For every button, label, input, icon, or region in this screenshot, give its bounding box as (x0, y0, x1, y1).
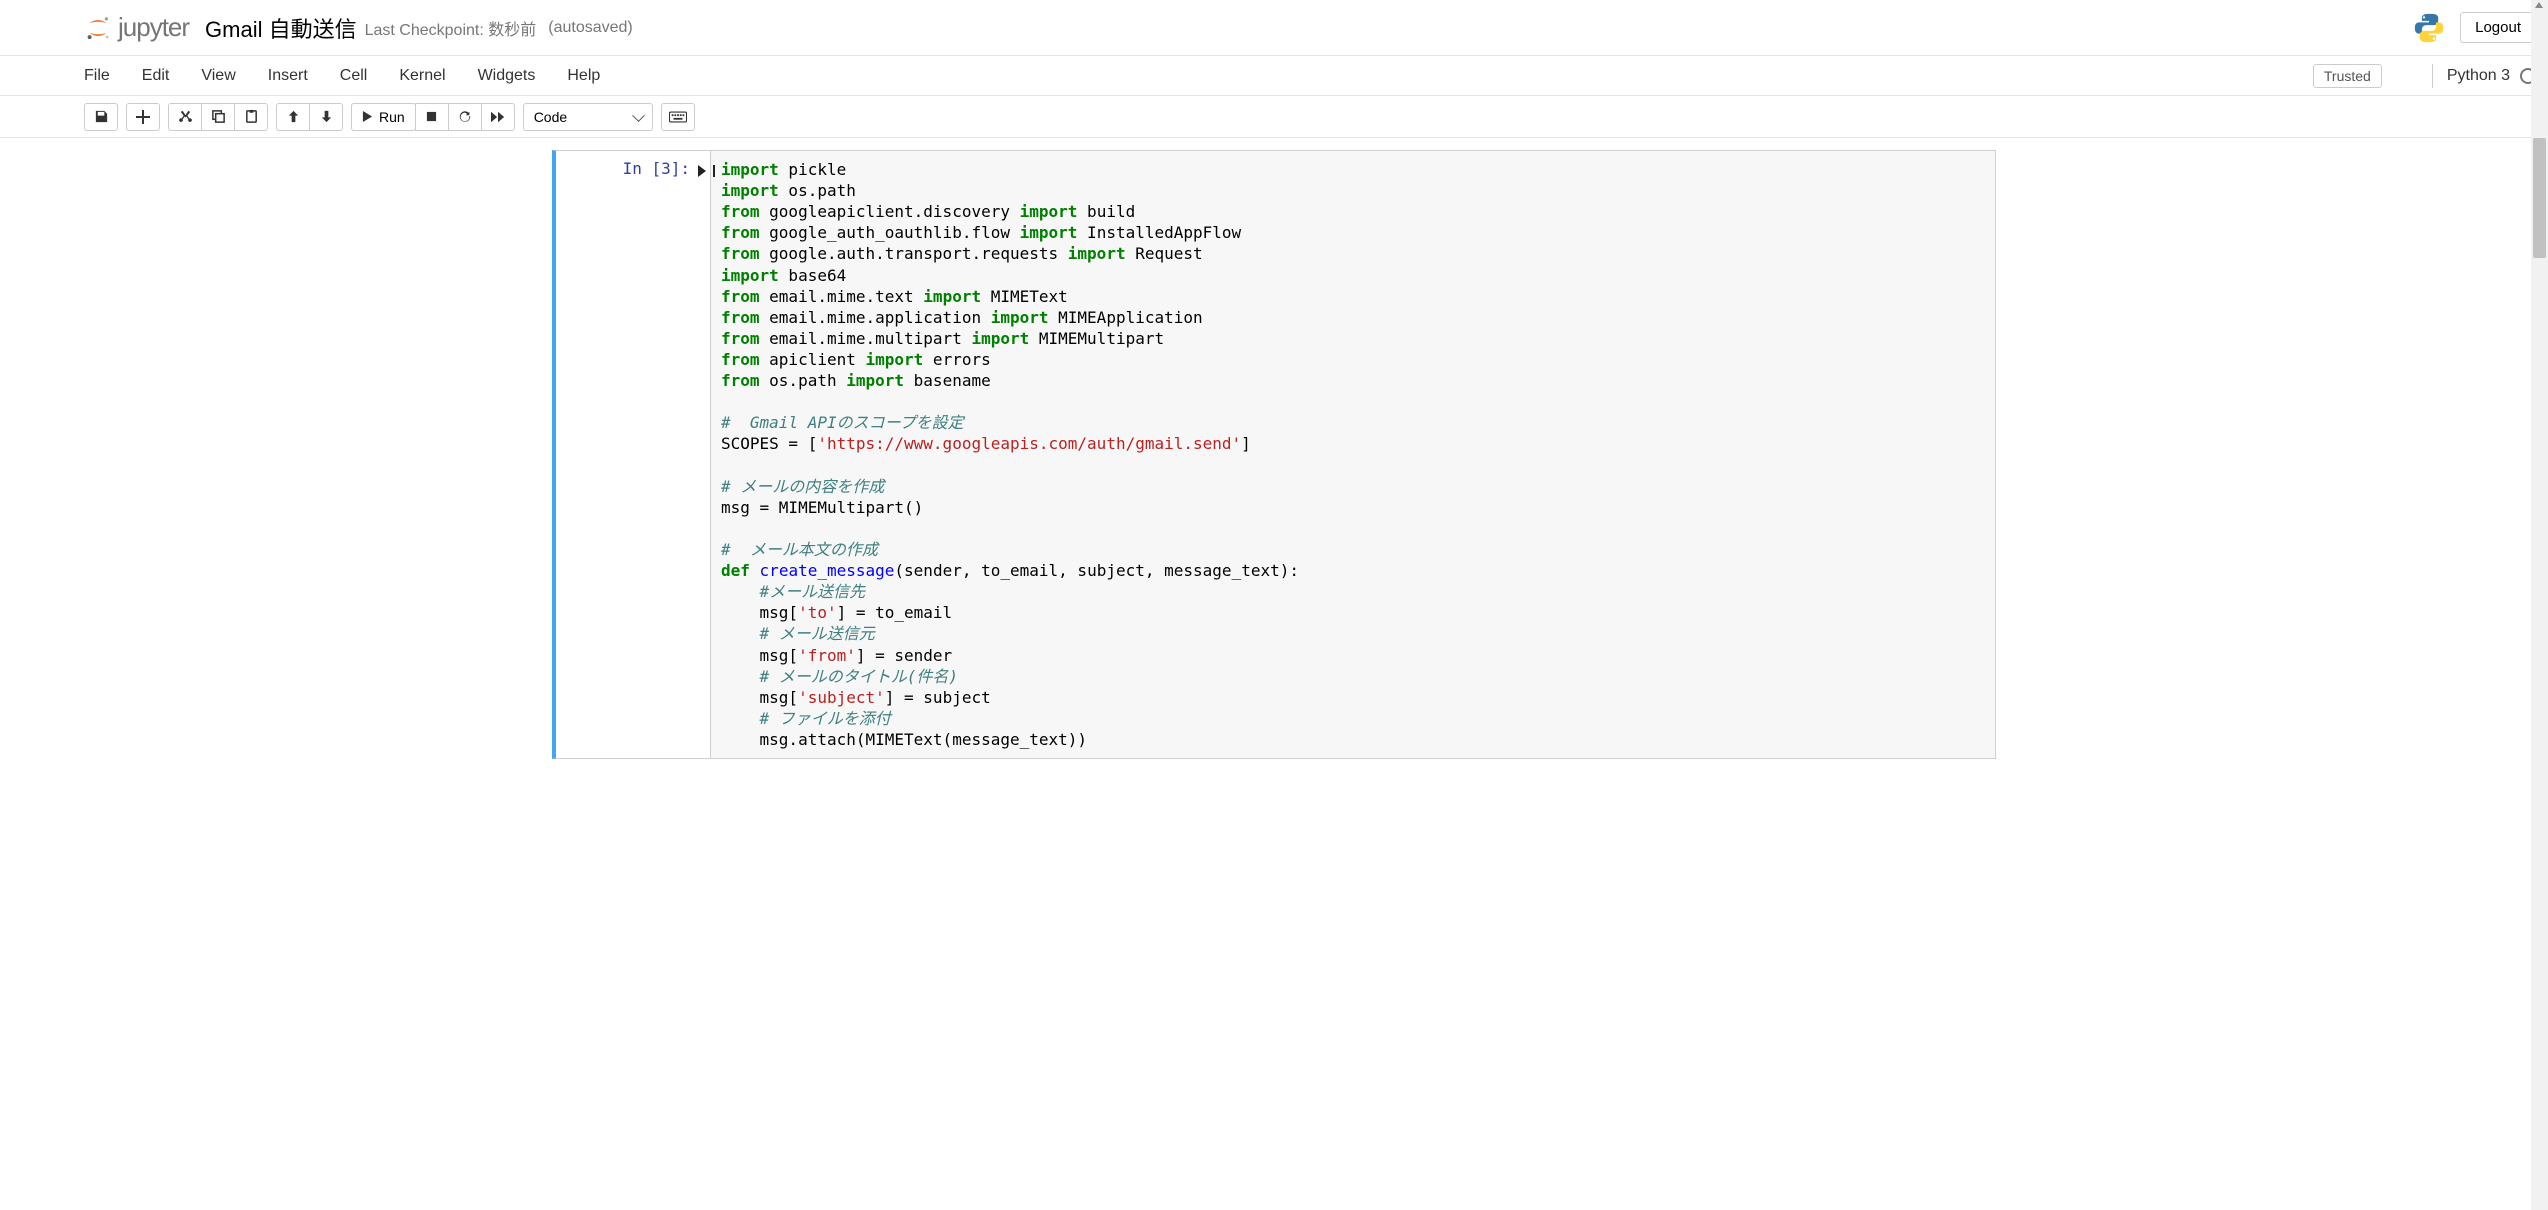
copy-button[interactable] (201, 103, 235, 131)
plus-icon (136, 110, 150, 124)
header-bar: jupyter Gmail 自動送信 Last Checkpoint: 数秒前 … (0, 0, 2548, 56)
jupyter-brand: jupyter (118, 12, 189, 43)
autosave-label: (autosaved) (548, 19, 633, 37)
jupyter-icon (84, 14, 112, 42)
copy-icon (211, 109, 226, 124)
cut-button[interactable] (168, 103, 202, 131)
code-editor[interactable]: import pickle import os.path from google… (710, 151, 1995, 758)
code-cell[interactable]: In [3]: import pickle import os.path fro… (552, 150, 1996, 759)
restart-run-all-button[interactable] (481, 103, 515, 131)
menu-kernel[interactable]: Kernel (399, 67, 445, 85)
menu-view[interactable]: View (201, 67, 235, 85)
toolbar: Run Code (0, 96, 2548, 138)
menu-help[interactable]: Help (567, 67, 600, 85)
logout-button[interactable]: Logout (2460, 12, 2536, 43)
paste-icon (244, 109, 259, 124)
checkpoint-label: Last Checkpoint: 数秒前 (365, 16, 537, 40)
fast-forward-icon (491, 111, 505, 123)
stop-icon (426, 111, 437, 122)
arrow-down-icon (320, 110, 333, 123)
move-up-button[interactable] (276, 103, 310, 131)
run-button[interactable]: Run (351, 103, 416, 131)
page-scrollbar[interactable] (2531, 0, 2548, 1210)
restart-icon (458, 110, 472, 124)
save-button[interactable] (84, 103, 118, 131)
interrupt-button[interactable] (415, 103, 449, 131)
menubar: FileEditViewInsertCellKernelWidgetsHelp … (0, 56, 2548, 96)
menu-edit[interactable]: Edit (142, 67, 170, 85)
divider (2432, 64, 2433, 88)
play-icon (362, 111, 373, 122)
paste-button[interactable] (234, 103, 268, 131)
notebook-title[interactable]: Gmail 自動送信 (205, 12, 357, 44)
menu-file[interactable]: File (84, 67, 110, 85)
menu-widgets[interactable]: Widgets (478, 67, 536, 85)
run-cell-icon[interactable] (698, 165, 706, 177)
cell-type-select[interactable]: Code (523, 103, 653, 131)
cell-type-value: Code (534, 109, 567, 125)
move-group (276, 103, 343, 131)
scissors-icon (178, 109, 193, 124)
save-icon (94, 109, 109, 124)
scroll-thumb[interactable] (2533, 138, 2546, 258)
prompt-area: In [3]: (556, 151, 710, 758)
scroll-up-icon[interactable] (2535, 2, 2543, 8)
trusted-indicator[interactable]: Trusted (2313, 64, 2382, 88)
jupyter-logo[interactable]: jupyter (84, 12, 189, 43)
run-label: Run (379, 109, 405, 125)
command-palette-button[interactable] (661, 103, 695, 131)
input-prompt: In [3]: (623, 159, 690, 178)
menu-cell[interactable]: Cell (340, 67, 368, 85)
edit-group (168, 103, 268, 131)
menu-insert[interactable]: Insert (268, 67, 308, 85)
restart-button[interactable] (448, 103, 482, 131)
run-group: Run (351, 103, 515, 131)
insert-cell-button[interactable] (126, 103, 160, 131)
python-icon (2410, 9, 2448, 47)
kernel-name[interactable]: Python 3 (2447, 67, 2510, 85)
keyboard-icon (669, 111, 687, 123)
move-down-button[interactable] (309, 103, 343, 131)
code-content[interactable]: import pickle import os.path from google… (721, 159, 1985, 750)
arrow-up-icon (287, 110, 300, 123)
notebook-scroll[interactable]: In [3]: import pickle import os.path fro… (0, 138, 2548, 1210)
